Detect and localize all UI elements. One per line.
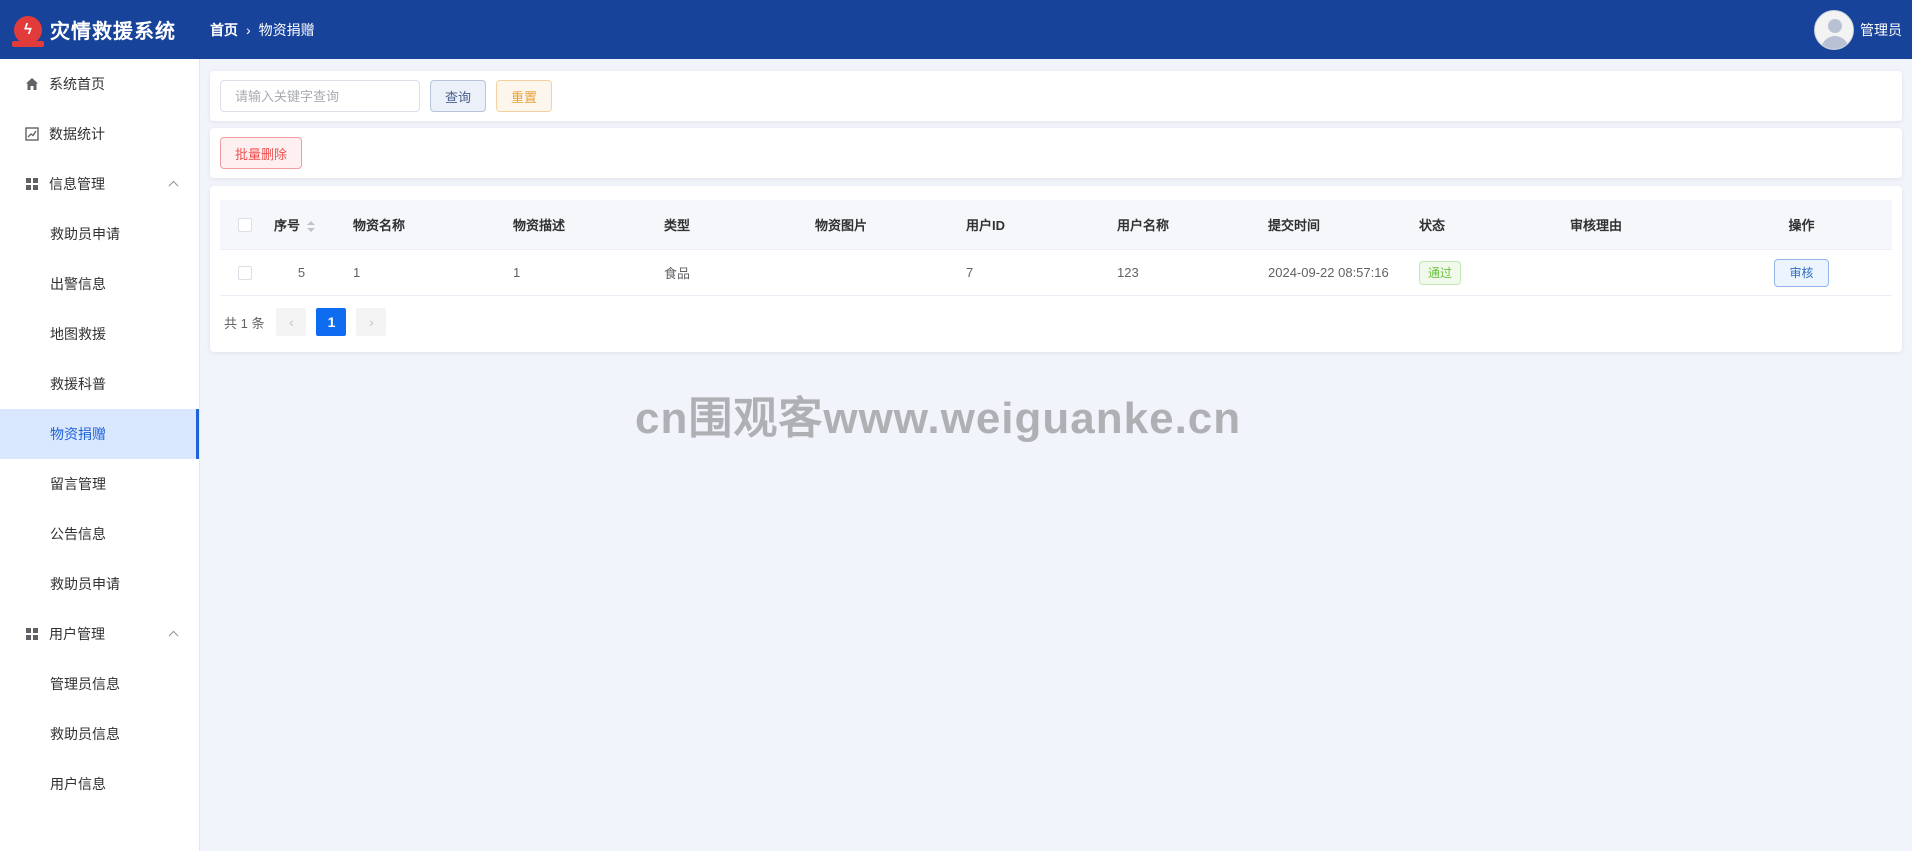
sort-icon[interactable]	[306, 220, 316, 234]
sidebar-item-12[interactable]: 管理员信息	[0, 659, 199, 709]
chart-icon	[24, 126, 40, 142]
sidebar-item-8[interactable]: 留言管理	[0, 459, 199, 509]
cell-seq: 5	[297, 265, 306, 280]
row-checkbox[interactable]	[220, 265, 264, 280]
chevron-up-icon	[168, 180, 179, 191]
action-bar: 批量删除	[210, 128, 1902, 178]
cell-status: 通过	[1409, 260, 1560, 285]
sidebar-item-label: 用户信息	[50, 776, 106, 792]
status-badge: 通过	[1419, 260, 1462, 285]
user-name[interactable]: 管理员	[1860, 20, 1902, 40]
sidebar-item-1[interactable]: 数据统计	[0, 109, 199, 159]
cell-user-id: 7	[966, 265, 974, 280]
breadcrumb-home[interactable]: 首页	[210, 20, 238, 40]
sidebar-item-4[interactable]: 出警信息	[0, 259, 199, 309]
search-bar: 查询 重置	[210, 71, 1902, 121]
cell-type: 食品	[664, 266, 691, 281]
pagination-total: 共 1 条	[224, 315, 265, 331]
sidebar-item-3[interactable]: 救助员申请	[0, 209, 199, 259]
header-desc: 物资描述	[513, 218, 566, 233]
sidebar-item-14[interactable]: 用户信息	[0, 759, 199, 809]
grid-icon	[24, 626, 40, 642]
sidebar-item-label: 出警信息	[50, 276, 106, 292]
grid-icon	[24, 176, 40, 192]
select-all-checkbox[interactable]	[220, 217, 264, 232]
sidebar-item-label: 救助员申请	[50, 226, 120, 242]
audit-button[interactable]: 审核	[1774, 258, 1829, 287]
header-reason: 审核理由	[1570, 218, 1623, 233]
prev-page-icon[interactable]: ‹	[276, 308, 307, 336]
sidebar: 系统首页 数据统计 信息管理 救助员申请 出警信息 地图救援 救援科普 物资捐赠 留言管理 公告信…	[0, 59, 200, 851]
batch-delete-button[interactable]: 批量删除	[220, 137, 303, 169]
cell-submit-time: 2024-09-22 08:57:16	[1268, 265, 1389, 280]
sidebar-item-label: 留言管理	[50, 476, 106, 492]
watermark: cn围观客www.weiguanke.cn	[635, 394, 1242, 443]
sidebar-item-11[interactable]: 用户管理	[0, 609, 199, 659]
sidebar-item-10[interactable]: 救助员申请	[0, 559, 199, 609]
sidebar-item-7[interactable]: 物资捐赠	[0, 409, 199, 459]
donation-table: 序号 物资名称 物资描述 类型 物资图片 用户ID 用户名称 提交时间 状态 审…	[220, 200, 1892, 296]
sidebar-item-0[interactable]: 系统首页	[0, 59, 199, 109]
sidebar-item-label: 用户管理	[49, 626, 105, 642]
sidebar-item-label: 救助员申请	[50, 576, 120, 592]
sidebar-item-label: 信息管理	[49, 176, 105, 192]
header-image: 物资图片	[815, 218, 868, 233]
sidebar-item-label: 管理员信息	[50, 676, 120, 692]
cell-operation: 审核	[1711, 258, 1892, 287]
sidebar-item-label: 地图救援	[50, 326, 106, 342]
sidebar-item-2[interactable]: 信息管理	[0, 159, 199, 209]
reset-button[interactable]: 重置	[496, 80, 553, 112]
table-header: 序号 物资名称 物资描述 类型 物资图片 用户ID 用户名称 提交时间 状态 审…	[220, 200, 1892, 250]
table-panel: 序号 物资名称 物资描述 类型 物资图片 用户ID 用户名称 提交时间 状态 审…	[210, 186, 1902, 352]
logo-icon: ϟ	[12, 15, 44, 47]
sidebar-item-label: 数据统计	[49, 126, 105, 142]
avatar[interactable]	[1814, 10, 1854, 50]
app-title: 灾情救援系统	[50, 21, 176, 43]
top-header: ϟ 灾情救援系统 首页 › 物资捐赠 管理员	[0, 0, 1912, 59]
breadcrumb: 首页 › 物资捐赠	[210, 20, 315, 40]
sidebar-item-label: 救助员信息	[50, 726, 120, 742]
sidebar-item-label: 公告信息	[50, 526, 106, 542]
header-submit-time: 提交时间	[1268, 218, 1321, 233]
next-page-icon[interactable]: ›	[356, 308, 387, 336]
cell-user-name: 123	[1117, 265, 1139, 280]
cell-name: 1	[353, 265, 361, 280]
header-seq-label: 序号	[274, 218, 301, 233]
header-seq[interactable]: 序号	[264, 215, 343, 234]
table-row: 5 1 1 食品 7 123 2024-09-22 08:57:16 通过 审核	[220, 250, 1892, 296]
header-name: 物资名称	[353, 218, 406, 233]
search-input[interactable]	[220, 80, 420, 112]
sidebar-item-label: 系统首页	[49, 76, 105, 92]
checkbox-icon	[238, 217, 252, 232]
sidebar-item-13[interactable]: 救助员信息	[0, 709, 199, 759]
sidebar-item-label: 物资捐赠	[50, 426, 106, 442]
app-logo[interactable]: ϟ 灾情救援系统	[0, 15, 200, 47]
sidebar-item-5[interactable]: 地图救援	[0, 309, 199, 359]
header-status: 状态	[1419, 218, 1446, 233]
checkbox-icon	[238, 265, 252, 280]
header-user-name: 用户名称	[1117, 218, 1170, 233]
header-operation: 操作	[1788, 218, 1815, 233]
header-type: 类型	[664, 218, 691, 233]
cell-desc: 1	[513, 265, 521, 280]
query-button[interactable]: 查询	[430, 80, 487, 112]
page-number-current[interactable]: 1	[316, 308, 347, 336]
sidebar-item-6[interactable]: 救援科普	[0, 359, 199, 409]
sidebar-item-9[interactable]: 公告信息	[0, 509, 199, 559]
chevron-up-icon	[168, 630, 179, 641]
header-user-id: 用户ID	[966, 218, 1006, 233]
pagination: 共 1 条 ‹ 1 ›	[220, 308, 1892, 336]
sidebar-item-label: 救援科普	[50, 376, 106, 392]
breadcrumb-current: 物资捐赠	[258, 21, 315, 38]
home-icon	[24, 76, 40, 92]
user-menu[interactable]: 管理员	[1814, 10, 1902, 50]
breadcrumb-separator-icon: ›	[246, 21, 251, 38]
